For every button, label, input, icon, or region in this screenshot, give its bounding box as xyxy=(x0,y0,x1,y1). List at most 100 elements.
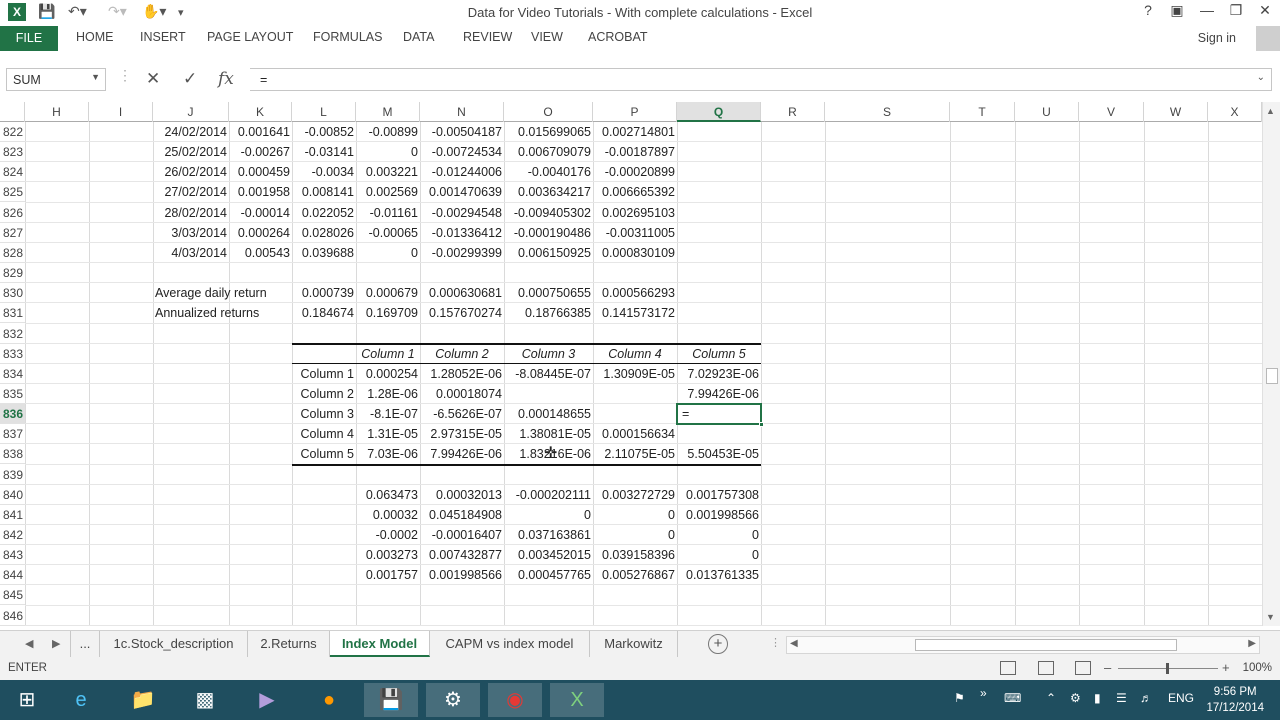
cell-n836[interactable]: -6.5626E-07 xyxy=(420,404,504,424)
row-header-835[interactable]: 835 xyxy=(0,383,25,404)
cell-o840[interactable]: -0.000202111 xyxy=(504,485,593,505)
cell-n841[interactable]: 0.045184908 xyxy=(420,505,504,525)
clock[interactable]: 9:56 PM 17/12/2014 xyxy=(1206,684,1264,716)
column-header-r[interactable]: R xyxy=(761,102,825,122)
cell-o834[interactable]: -8.08445E-07 xyxy=(504,364,593,384)
column-header-l[interactable]: L xyxy=(292,102,356,122)
row-header-834[interactable]: 834 xyxy=(0,363,25,384)
sheet-tab-capm-vs-index-model[interactable]: CAPM vs index model xyxy=(430,631,590,657)
restore-icon[interactable]: ❐ xyxy=(1222,2,1250,19)
cell-q834[interactable]: 7.02923E-06 xyxy=(677,364,761,384)
cell-o823[interactable]: 0.006709079 xyxy=(504,142,593,162)
formula-input[interactable]: = ⌄ xyxy=(250,68,1272,91)
cell-m830[interactable]: 0.000679 xyxy=(356,283,420,303)
cell-n840[interactable]: 0.00032013 xyxy=(420,485,504,505)
cell-l830[interactable]: 0.000739 xyxy=(292,283,356,303)
ribbon-display-options-icon[interactable]: ▣ xyxy=(1163,2,1191,19)
column-header-h[interactable]: H xyxy=(25,102,89,122)
cell-p834[interactable]: 1.30909E-05 xyxy=(593,364,677,384)
row-header-839[interactable]: 839 xyxy=(0,464,25,485)
cell-k823[interactable]: -0.00267 xyxy=(229,142,292,162)
tab-view[interactable]: VIEW xyxy=(531,30,563,44)
row-header-827[interactable]: 827 xyxy=(0,222,25,243)
cell-n822[interactable]: -0.00504187 xyxy=(420,122,504,142)
row-header-833[interactable]: 833 xyxy=(0,343,25,364)
add-sheet-button[interactable]: + xyxy=(708,634,728,654)
cell-n844[interactable]: 0.001998566 xyxy=(420,565,504,585)
row-header-838[interactable]: 838 xyxy=(0,444,25,465)
cell-m841[interactable]: 0.00032 xyxy=(356,505,420,525)
cell-m844[interactable]: 0.001757 xyxy=(356,565,420,585)
cov-column-header[interactable]: Column 2 xyxy=(420,344,504,364)
zoom-slider-knob[interactable] xyxy=(1166,663,1169,674)
cell-q843[interactable]: 0 xyxy=(677,545,761,565)
cell-l824[interactable]: -0.0034 xyxy=(292,162,356,182)
column-header-v[interactable]: V xyxy=(1079,102,1144,122)
cell-n837[interactable]: 2.97315E-05 xyxy=(420,424,504,444)
chevron-down-icon[interactable]: ▼ xyxy=(91,72,100,82)
cell-n823[interactable]: -0.00724534 xyxy=(420,142,504,162)
cell-k825[interactable]: 0.001958 xyxy=(229,182,292,202)
cell-o825[interactable]: 0.003634217 xyxy=(504,182,593,202)
cell-o837[interactable]: 1.38081E-05 xyxy=(504,424,593,444)
cell-k827[interactable]: 0.000264 xyxy=(229,223,292,243)
cell-k824[interactable]: 0.000459 xyxy=(229,162,292,182)
cov-row-label[interactable]: Column 4 xyxy=(292,424,356,444)
cell-o844[interactable]: 0.000457765 xyxy=(504,565,593,585)
cell-n830[interactable]: 0.000630681 xyxy=(420,283,504,303)
enter-icon[interactable]: ✓ xyxy=(183,69,197,89)
cell-q838[interactable]: 5.50453E-05 xyxy=(677,444,761,464)
cell-l823[interactable]: -0.03141 xyxy=(292,142,356,162)
column-header-q[interactable]: Q xyxy=(677,102,761,122)
next-sheet-icon[interactable]: ▶ xyxy=(52,637,60,650)
tab-page-layout[interactable]: PAGE LAYOUT xyxy=(207,30,293,44)
cell-p840[interactable]: 0.003272729 xyxy=(593,485,677,505)
cell-n824[interactable]: -0.01244006 xyxy=(420,162,504,182)
fill-handle[interactable] xyxy=(759,422,764,428)
cov-row-label[interactable]: Column 2 xyxy=(292,384,356,404)
column-header-s[interactable]: S xyxy=(825,102,950,122)
cov-column-header[interactable]: Column 4 xyxy=(593,344,677,364)
column-header-w[interactable]: W xyxy=(1144,102,1208,122)
summary-label[interactable]: Annualized returns xyxy=(153,303,292,323)
battery-icon[interactable]: ▮ xyxy=(1094,691,1101,705)
cell-m828[interactable]: 0 xyxy=(356,243,420,263)
sheet-tab-markowitz[interactable]: Markowitz xyxy=(590,631,678,657)
cell-m835[interactable]: 1.28E-06 xyxy=(356,384,420,404)
cov-row-label[interactable]: Column 5 xyxy=(292,444,356,464)
control-panel-icon[interactable]: ⚙ xyxy=(426,683,480,717)
cell-l827[interactable]: 0.028026 xyxy=(292,223,356,243)
tab-file[interactable]: FILE xyxy=(0,26,58,51)
cell-k828[interactable]: 0.00543 xyxy=(229,243,292,263)
scroll-right-icon[interactable]: ▶ xyxy=(1248,638,1256,649)
row-header-846[interactable]: 846 xyxy=(0,605,25,626)
cell-l831[interactable]: 0.184674 xyxy=(292,303,356,323)
name-box[interactable]: SUM ▼ xyxy=(6,68,106,91)
scroll-left-icon[interactable]: ◀ xyxy=(790,638,798,649)
select-all-corner[interactable] xyxy=(0,102,25,122)
page-layout-view-icon[interactable] xyxy=(1038,661,1054,675)
cancel-icon[interactable]: ✕ xyxy=(146,69,160,89)
cell-j827[interactable]: 3/03/2014 xyxy=(153,223,229,243)
cell-o831[interactable]: 0.18766385 xyxy=(504,303,593,323)
prev-sheet-icon[interactable]: ◀ xyxy=(25,637,33,650)
cell-p825[interactable]: 0.006665392 xyxy=(593,182,677,202)
row-header-832[interactable]: 832 xyxy=(0,323,25,344)
row-header-829[interactable]: 829 xyxy=(0,263,25,284)
row-header-836[interactable]: 836 xyxy=(0,404,25,425)
row-header-831[interactable]: 831 xyxy=(0,303,25,324)
zoom-in-icon[interactable]: + xyxy=(1222,660,1230,675)
cell-o826[interactable]: -0.009405302 xyxy=(504,203,593,223)
cov-column-header[interactable]: Column 3 xyxy=(504,344,593,364)
cell-m824[interactable]: 0.003221 xyxy=(356,162,420,182)
cov-column-header[interactable]: Column 5 xyxy=(677,344,761,364)
vertical-scrollbar[interactable]: ▲ ▼ xyxy=(1262,102,1280,626)
cell-o828[interactable]: 0.006150925 xyxy=(504,243,593,263)
cell-n834[interactable]: 1.28052E-06 xyxy=(420,364,504,384)
column-header-j[interactable]: J xyxy=(153,102,229,122)
vertical-scroll-thumb[interactable] xyxy=(1266,368,1278,384)
row-header-823[interactable]: 823 xyxy=(0,142,25,163)
cell-l825[interactable]: 0.008141 xyxy=(292,182,356,202)
scroll-down-icon[interactable]: ▼ xyxy=(1266,612,1275,622)
cell-n828[interactable]: -0.00299399 xyxy=(420,243,504,263)
